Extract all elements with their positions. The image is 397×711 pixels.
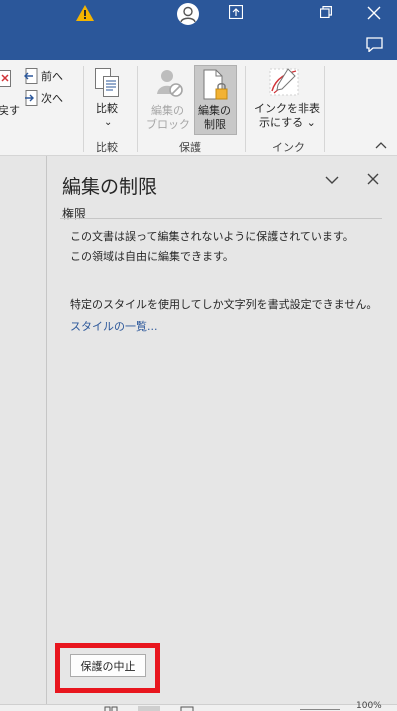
ribbon: 戻す 前へ 次へ 比較 ⌄ 比較 編集の ブロック ⌄ 編集の 制限 保護 イン… — [0, 60, 397, 156]
restrict-editing-icon — [203, 69, 228, 100]
editable-region-message: この領域は自由に編集できます。 — [70, 250, 234, 263]
document-area — [0, 156, 47, 704]
styles-list-link[interactable]: スタイルの一覧... — [70, 318, 158, 334]
reject-change-icon[interactable] — [0, 70, 12, 88]
account-avatar-icon[interactable] — [177, 3, 199, 25]
web-layout-icon[interactable] — [180, 706, 194, 711]
previous-change-label[interactable]: 前へ — [41, 70, 63, 83]
print-layout-icon[interactable] — [138, 706, 160, 711]
protect-group-label: 保護 — [179, 141, 201, 154]
restrict-editing-pane: 編集の制限 権限 この文書は誤って編集されないように保護されています。 この領域… — [48, 156, 397, 704]
restrict-editing-label-line2: 制限 — [204, 118, 226, 131]
ribbon-separator — [324, 66, 325, 152]
heading-divider — [60, 218, 382, 219]
compare-group-label: 比較 — [96, 141, 118, 154]
status-bar: 100% — [0, 701, 397, 711]
zoom-slider[interactable] — [300, 709, 340, 710]
next-change-label[interactable]: 次へ — [41, 92, 63, 105]
ribbon-separator — [137, 66, 138, 152]
permissions-heading: 権限 — [62, 207, 87, 221]
close-icon[interactable] — [367, 6, 381, 20]
pane-title: 編集の制限 — [62, 176, 158, 198]
ribbon-display-options-icon[interactable] — [229, 5, 243, 19]
stop-protection-button[interactable]: 保護の中止 — [70, 654, 146, 677]
hide-ink-icon[interactable] — [268, 67, 300, 97]
hide-ink-label-line1[interactable]: インクを非表 — [254, 102, 320, 115]
restore-icon[interactable] — [320, 6, 332, 18]
compare-icon[interactable] — [95, 68, 121, 98]
previous-change-icon[interactable] — [23, 68, 38, 84]
restrict-editing-label-line1: 編集の — [198, 104, 231, 117]
reject-change-label[interactable]: 戻す — [0, 104, 20, 117]
comments-icon[interactable] — [366, 37, 383, 52]
block-authors-icon[interactable] — [156, 68, 184, 98]
style-restriction-message: 特定のスタイルを使用してしか文字列を書式設定できません。 — [70, 298, 378, 311]
block-authors-label-line1: 編集の — [151, 104, 184, 117]
zoom-level[interactable]: 100% — [356, 701, 382, 711]
compare-dropdown-chevron[interactable]: ⌄ — [104, 116, 112, 129]
read-mode-icon[interactable] — [104, 706, 118, 711]
ribbon-separator — [245, 66, 246, 152]
pane-options-chevron-icon[interactable] — [324, 174, 340, 186]
title-bar — [0, 0, 397, 60]
warning-icon[interactable] — [76, 5, 94, 21]
collapse-ribbon-icon[interactable] — [375, 140, 387, 150]
ink-group-label: インク — [272, 141, 305, 154]
next-change-icon[interactable] — [23, 90, 38, 106]
hide-ink-label-line2[interactable]: 示にする ⌄ — [259, 116, 316, 129]
pane-close-icon[interactable] — [366, 172, 380, 186]
protection-message: この文書は誤って編集されないように保護されています。 — [70, 230, 354, 243]
restrict-editing-button[interactable]: 編集の 制限 — [194, 65, 237, 135]
ribbon-separator — [83, 66, 84, 152]
compare-button-label[interactable]: 比較 — [96, 102, 118, 115]
